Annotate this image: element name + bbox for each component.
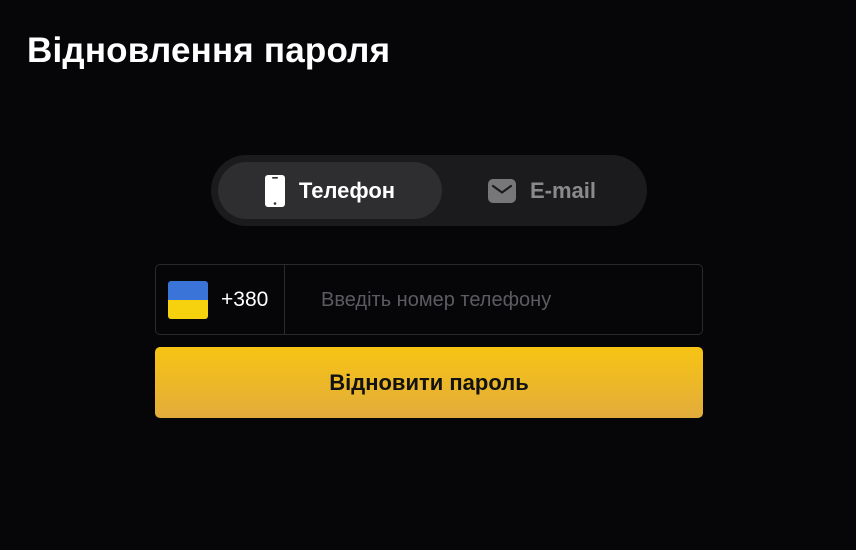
recover-password-button[interactable]: Відновити пароль — [155, 347, 703, 418]
ukraine-flag-icon — [168, 280, 208, 319]
mail-icon — [487, 178, 516, 203]
country-code-selector[interactable]: +380 — [156, 265, 285, 334]
tab-phone-label: Телефон — [298, 177, 396, 203]
recovery-method-tabs: Телефон E-mail — [211, 155, 647, 226]
dial-code: +380 — [221, 287, 269, 311]
page-title: Відновлення пароля — [27, 31, 391, 70]
phone-input[interactable] — [285, 265, 702, 336]
phone-number-field: +380 — [155, 264, 703, 336]
tab-email-label: E-mail — [529, 177, 597, 203]
tab-phone[interactable]: Телефон — [218, 162, 442, 219]
password-recovery-page: Відновлення пароля Телефон E-mail +380 В… — [0, 0, 856, 550]
tab-email[interactable]: E-mail — [444, 162, 640, 219]
phone-icon — [264, 174, 285, 207]
